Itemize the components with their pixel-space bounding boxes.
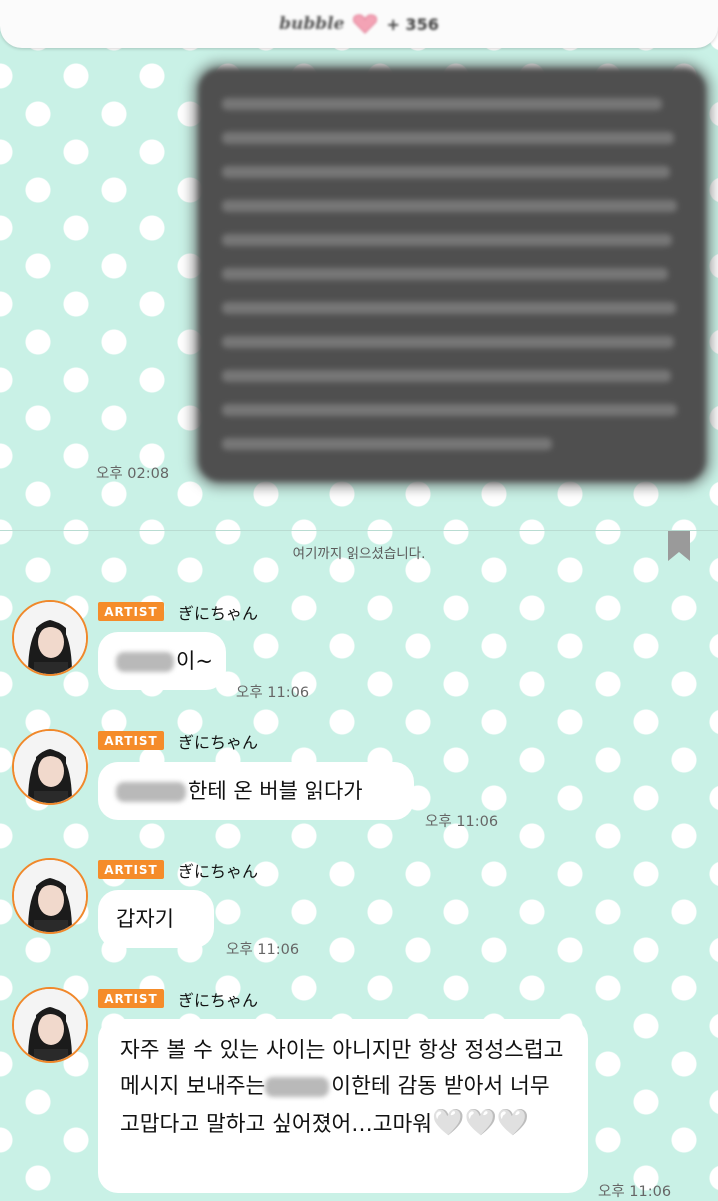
bookmark-icon[interactable] (668, 531, 690, 561)
artist-avatar[interactable] (12, 600, 88, 676)
blurred-name (116, 782, 186, 802)
app-header: bubble + 356 (0, 0, 718, 48)
artist-badge: ARTIST (98, 989, 164, 1008)
artist-badge: ARTIST (98, 602, 164, 621)
member-count: + 356 (386, 14, 439, 34)
artist-avatar[interactable] (12, 987, 88, 1063)
sent-message-bubble[interactable] (198, 68, 706, 482)
message-time: 오후 11:06 (226, 942, 300, 958)
heart-icon (353, 14, 378, 34)
read-marker-text: 여기까지 읽으셨습니다. (292, 546, 426, 562)
white-heart-icon: 🤍🤍🤍 (432, 1108, 530, 1138)
sender-name: ぎにちゃん (178, 604, 259, 623)
message-bubble[interactable]: 자주 볼 수 있는 사이는 아니지만 항상 정성스럽고 메시지 보내주는 이한테 … (98, 1019, 588, 1193)
message-time: 오후 11:06 (425, 814, 499, 830)
read-divider (0, 530, 718, 531)
blurred-name (116, 652, 174, 672)
sender-name: ぎにちゃん (178, 862, 259, 881)
message-text: 이~ (176, 649, 213, 673)
message-text: 갑자기 (116, 907, 174, 931)
artist-avatar[interactable] (12, 729, 88, 805)
message-time: 오후 11:06 (236, 685, 310, 701)
message-bubble[interactable]: 갑자기 (98, 890, 214, 948)
blurred-name (265, 1077, 330, 1097)
sender-name: ぎにちゃん (178, 991, 259, 1010)
message-time: 오후 11:06 (598, 1184, 672, 1200)
sender-name: ぎにちゃん (178, 733, 259, 752)
sent-message-time: 오후 02:08 (96, 466, 170, 482)
artist-badge: ARTIST (98, 731, 164, 750)
message-text: 한테 온 버블 읽다가 (188, 779, 363, 803)
message-bubble[interactable]: 한테 온 버블 읽다가 (98, 762, 414, 820)
artist-badge: ARTIST (98, 860, 164, 879)
message-bubble[interactable]: 이~ (98, 632, 226, 690)
artist-avatar[interactable] (12, 858, 88, 934)
app-logo[interactable]: bubble (279, 14, 344, 34)
